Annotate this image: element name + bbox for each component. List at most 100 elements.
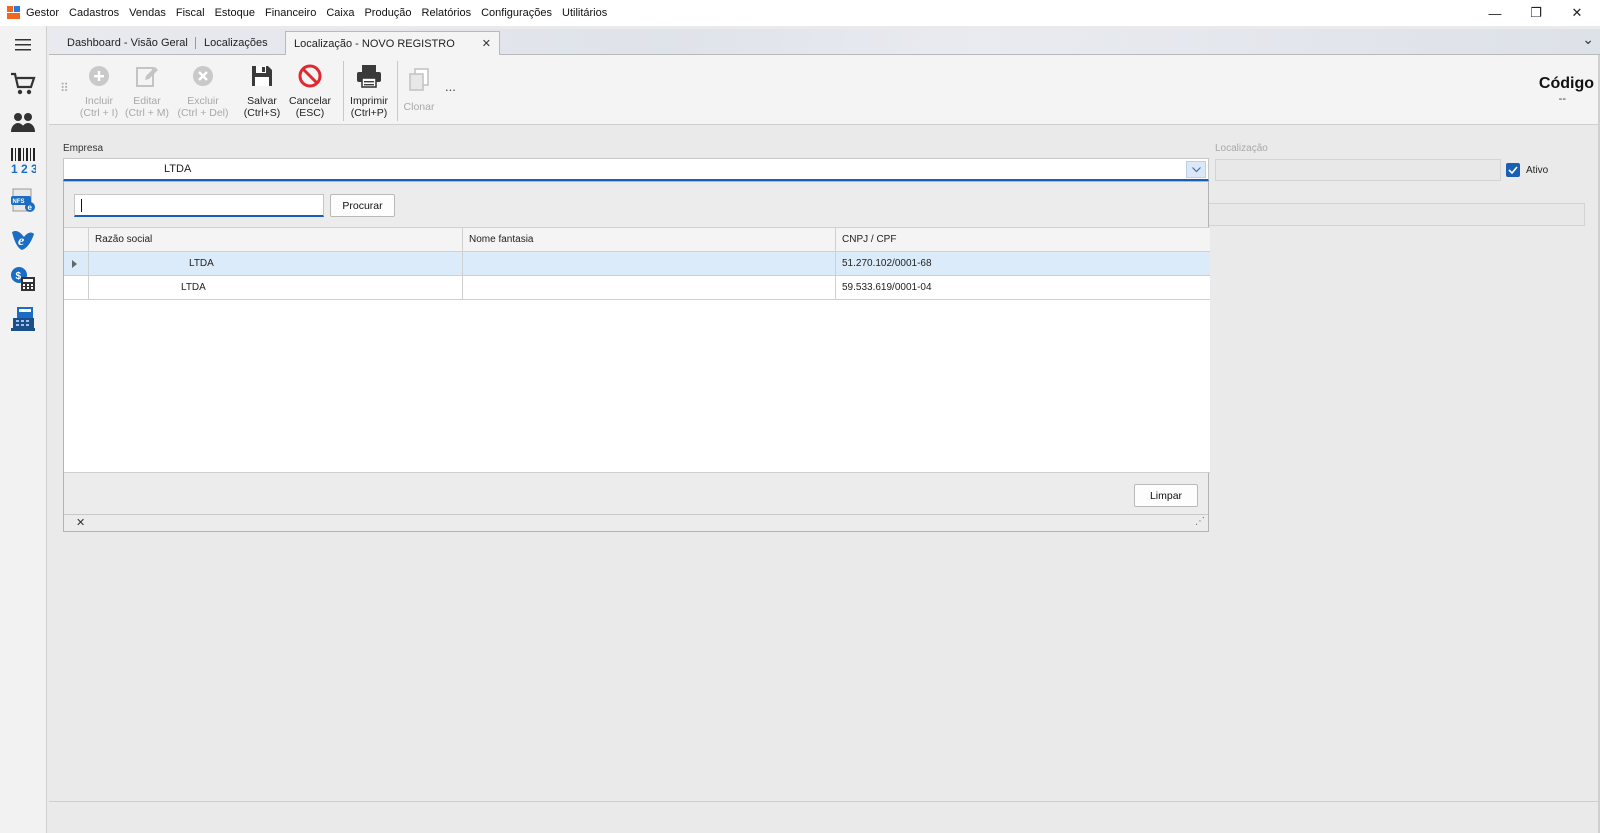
text-caret — [81, 199, 82, 212]
print-icon — [356, 63, 382, 89]
resize-grip-icon[interactable]: ⋰ — [1195, 516, 1205, 527]
app-logo — [7, 6, 21, 20]
more-options-icon[interactable]: ... — [445, 79, 456, 94]
empresa-combobox[interactable]: LTDA — [63, 158, 1209, 181]
toolbar-separator — [397, 61, 398, 121]
editar-shortcut: (Ctrl + M) — [124, 107, 170, 119]
tab-label: Dashboard - Visão Geral — [67, 37, 188, 49]
barcode-icon[interactable]: 1 2 3 — [8, 146, 38, 176]
cancelar-button[interactable]: Cancelar (ESC) — [287, 63, 333, 123]
clonar-button[interactable]: Clonar — [399, 67, 439, 127]
menu-vendas[interactable]: Vendas — [124, 7, 171, 19]
people-icon[interactable] — [8, 107, 38, 137]
incluir-shortcut: (Ctrl + I) — [79, 107, 119, 119]
descricao-input[interactable] — [1205, 203, 1585, 226]
cell-nome-fantasia — [462, 252, 835, 276]
toolbar: ⠿ Incluir (Ctrl + I) Editar (Ctrl + M) E… — [49, 55, 1600, 125]
cell-cnpj: 51.270.102/0001-68 — [835, 252, 1210, 276]
salvar-button[interactable]: Salvar (Ctrl+S) — [242, 63, 282, 123]
menu-fiscal[interactable]: Fiscal — [171, 7, 210, 19]
incluir-button[interactable]: Incluir (Ctrl + I) — [76, 63, 122, 123]
tab-dashboard[interactable]: Dashboard - Visão Geral — [59, 31, 199, 55]
tab-overflow-icon[interactable]: ⌄ — [1582, 31, 1594, 48]
restore-button[interactable]: ❐ — [1513, 0, 1559, 26]
editar-label: Editar — [133, 95, 161, 107]
cell-razao-social: LTDA — [88, 276, 462, 300]
salvar-label: Salvar — [247, 95, 277, 107]
menu-cadastros[interactable]: Cadastros — [64, 7, 124, 19]
column-header-razao-social[interactable]: Razão social — [88, 228, 462, 252]
svg-text:$: $ — [16, 271, 22, 282]
column-header-nome-fantasia[interactable]: Nome fantasia — [462, 228, 835, 252]
close-popup-icon[interactable]: ✕ — [76, 516, 85, 529]
nfe-icon[interactable]: e — [8, 225, 38, 255]
menu-utilitarios[interactable]: Utilitários — [557, 7, 612, 19]
toolbar-separator — [343, 61, 344, 121]
menu-caixa[interactable]: Caixa — [321, 7, 359, 19]
excluir-shortcut: (Ctrl + Del) — [177, 107, 229, 119]
results-grid: Razão social Nome fantasia CNPJ / CPF LT… — [64, 227, 1210, 473]
codigo-value: -- — [1558, 93, 1566, 105]
edit-icon — [134, 63, 160, 89]
menu-producao[interactable]: Produção — [359, 7, 416, 19]
tab-label: Localizações — [204, 37, 268, 49]
delete-circle-icon — [190, 63, 216, 89]
save-icon — [249, 63, 275, 89]
imprimir-shortcut: (Ctrl+P) — [350, 107, 388, 119]
incluir-label: Incluir — [84, 95, 113, 107]
table-row[interactable]: LTDA 51.270.102/0001-68 — [64, 252, 1210, 276]
close-window-button[interactable]: ✕ — [1554, 0, 1600, 26]
imprimir-button[interactable]: Imprimir (Ctrl+P) — [347, 63, 391, 123]
hamburger-icon[interactable] — [8, 30, 38, 60]
codigo-title: Código — [1538, 75, 1594, 92]
cash-register-icon[interactable] — [8, 304, 38, 334]
ativo-checkbox[interactable] — [1506, 163, 1520, 177]
localizacao-input[interactable] — [1215, 159, 1501, 181]
empresa-label: Empresa — [63, 143, 104, 154]
close-tab-icon[interactable]: ✕ — [482, 37, 491, 50]
ativo-label: Ativo — [1526, 165, 1549, 176]
toolbar-grip-icon[interactable]: ⠿ — [60, 81, 69, 95]
imprimir-label: Imprimir — [350, 95, 388, 107]
menu-configuracoes[interactable]: Configurações — [476, 7, 557, 19]
popup-footer: ✕ ⋰ — [64, 514, 1208, 531]
svg-text:NFS: NFS — [13, 199, 25, 205]
cell-razao-social: LTDA — [88, 252, 462, 276]
menu-financeiro[interactable]: Financeiro — [260, 7, 321, 19]
menu-gestor[interactable]: Gestor — [21, 7, 64, 19]
cancel-icon — [297, 63, 323, 89]
row-indicator-icon — [72, 260, 77, 268]
empresa-value: LTDA — [164, 163, 192, 175]
procurar-button[interactable]: Procurar — [330, 194, 395, 217]
plus-circle-icon — [86, 63, 112, 89]
limpar-button[interactable]: Limpar — [1134, 484, 1198, 507]
tab-localizacao-novo[interactable]: Localização - NOVO REGISTRO ✕ — [285, 31, 500, 56]
nfse-icon[interactable]: NFS e — [8, 186, 38, 216]
minimize-button[interactable]: — — [1472, 0, 1518, 26]
table-row[interactable]: LTDA 59.533.619/0001-04 — [64, 276, 1210, 300]
search-input[interactable] — [74, 194, 324, 217]
clone-icon — [406, 67, 432, 93]
salvar-shortcut: (Ctrl+S) — [243, 107, 281, 119]
column-header-cnpj-cpf[interactable]: CNPJ / CPF — [835, 228, 1210, 252]
cancelar-shortcut: (ESC) — [295, 107, 325, 119]
grid-header: Razão social Nome fantasia CNPJ / CPF — [64, 228, 1210, 252]
cancelar-label: Cancelar — [288, 95, 332, 107]
excluir-button[interactable]: Excluir (Ctrl + Del) — [174, 63, 232, 123]
svg-text:1 2 3: 1 2 3 — [11, 162, 36, 175]
status-bar — [49, 801, 1600, 833]
cell-cnpj: 59.533.619/0001-04 — [835, 276, 1210, 300]
menu-bar: Gestor Cadastros Vendas Fiscal Estoque F… — [0, 0, 1600, 26]
side-rail: 1 2 3 NFS e e $ — [0, 26, 47, 833]
chevron-down-icon[interactable] — [1186, 161, 1206, 178]
tab-localizacoes[interactable]: Localizações — [194, 31, 284, 55]
editar-button[interactable]: Editar (Ctrl + M) — [123, 63, 171, 123]
menu-estoque[interactable]: Estoque — [210, 7, 260, 19]
calculator-icon[interactable]: $ — [8, 264, 38, 294]
cell-nome-fantasia — [462, 276, 835, 300]
menu-relatorios[interactable]: Relatórios — [417, 7, 477, 19]
empresa-lookup-popup: Procurar Razão social Nome fantasia CNPJ… — [63, 181, 1210, 532]
localizacao-label: Localização — [1215, 143, 1268, 154]
tab-strip: Dashboard - Visão Geral Localizações Loc… — [49, 29, 1600, 56]
cart-icon[interactable] — [8, 69, 38, 99]
